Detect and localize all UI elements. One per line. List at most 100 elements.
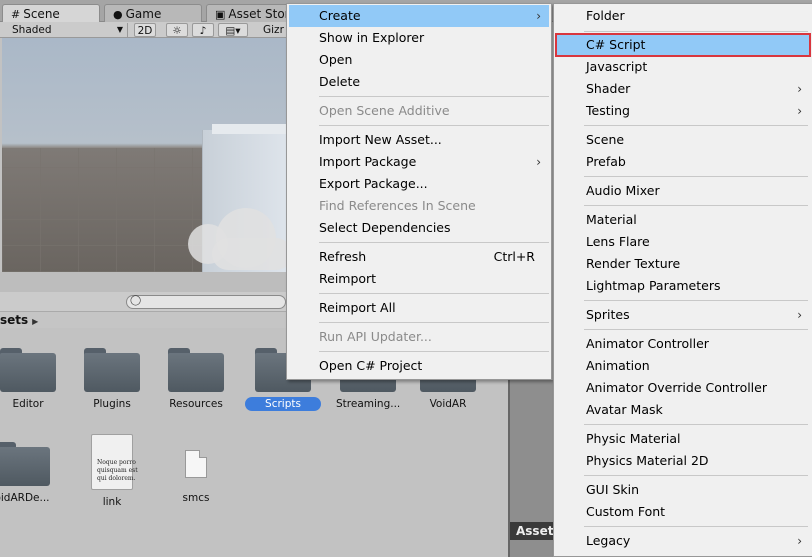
chevron-right-icon: › bbox=[797, 308, 802, 322]
menu-item-label: Create bbox=[319, 8, 361, 23]
project-toolbar: ◯ bbox=[0, 292, 290, 312]
chevron-right-icon: › bbox=[797, 534, 802, 548]
tab-game-label: Game bbox=[125, 7, 162, 21]
doc-preview-line: qui dolorem. bbox=[97, 475, 136, 482]
chevron-right-icon: › bbox=[797, 82, 802, 96]
sun-icon[interactable]: ☼ bbox=[166, 23, 188, 37]
panel-splitter[interactable] bbox=[0, 272, 290, 292]
menu-separator bbox=[584, 329, 808, 330]
mode-2d-button[interactable]: 2D bbox=[134, 23, 156, 37]
submenu-item-avatar-mask[interactable]: Avatar Mask bbox=[556, 399, 810, 421]
menu-separator bbox=[584, 31, 808, 32]
menu-item-refresh[interactable]: Refresh Ctrl+R bbox=[289, 246, 549, 268]
menu-item-find-references: Find References In Scene bbox=[289, 195, 549, 217]
menu-item-label: Javascript bbox=[586, 59, 648, 74]
menu-separator bbox=[319, 96, 549, 97]
menu-item-run-api-updater: Run API Updater... bbox=[289, 326, 549, 348]
tab-scene-label: Scene bbox=[23, 7, 60, 21]
submenu-item-material[interactable]: Material bbox=[556, 209, 810, 231]
menu-item-reimport[interactable]: Reimport bbox=[289, 268, 549, 290]
search-icon: ◯ bbox=[130, 295, 142, 306]
submenu-item-render-texture[interactable]: Render Texture bbox=[556, 253, 810, 275]
menu-item-label: Prefab bbox=[586, 154, 626, 169]
project-search-field[interactable]: ◯ bbox=[126, 295, 286, 309]
image-effects-icon[interactable]: ▤▾ bbox=[218, 23, 248, 37]
chevron-right-icon: › bbox=[536, 155, 541, 169]
asset-folder-editor[interactable]: Editor bbox=[0, 348, 66, 411]
submenu-item-custom-font[interactable]: Custom Font bbox=[556, 501, 810, 523]
submenu-item-folder[interactable]: Folder bbox=[556, 5, 810, 27]
speaker-icon[interactable]: ♪ bbox=[192, 23, 214, 37]
menu-separator bbox=[584, 424, 808, 425]
asset-folder-resources[interactable]: Resources bbox=[158, 348, 234, 411]
submenu-item-lightmap-parameters[interactable]: Lightmap Parameters bbox=[556, 275, 810, 297]
menu-item-show-in-explorer[interactable]: Show in Explorer bbox=[289, 27, 549, 49]
menu-item-label: Lightmap Parameters bbox=[586, 278, 721, 293]
tab-game[interactable]: ● Game bbox=[104, 4, 202, 22]
menu-item-create[interactable]: Create › bbox=[289, 5, 549, 27]
submenu-item-javascript[interactable]: Javascript bbox=[556, 56, 810, 78]
menu-item-label: Animation bbox=[586, 358, 650, 373]
asset-label: smcs bbox=[182, 492, 210, 504]
menu-item-label: Import New Asset... bbox=[319, 132, 442, 147]
submenu-item-sprites[interactable]: Sprites › bbox=[556, 304, 810, 326]
menu-item-open-csharp-project[interactable]: Open C# Project bbox=[289, 355, 549, 377]
menu-item-label: Animator Controller bbox=[586, 336, 709, 351]
breadcrumb: sets ▶ bbox=[0, 312, 290, 328]
menu-item-label: Testing bbox=[586, 103, 630, 118]
asset-folder-voidarde[interactable]: oidARDe... bbox=[0, 442, 60, 505]
submenu-item-physic-material[interactable]: Physic Material bbox=[556, 428, 810, 450]
shortcut-label: Ctrl+R bbox=[493, 249, 535, 264]
menu-separator bbox=[584, 526, 808, 527]
shading-mode-value: Shaded bbox=[12, 24, 52, 36]
menu-item-import-package[interactable]: Import Package › bbox=[289, 151, 549, 173]
submenu-item-prefab[interactable]: Prefab bbox=[556, 151, 810, 173]
bag-icon: ▣ bbox=[215, 8, 226, 21]
menu-item-label: Open bbox=[319, 52, 353, 67]
tab-asset-store[interactable]: ▣ Asset Store bbox=[206, 4, 290, 22]
scene-cube-top bbox=[212, 124, 292, 134]
menu-item-label: Shader bbox=[586, 81, 631, 96]
submenu-item-shader[interactable]: Shader › bbox=[556, 78, 810, 100]
pacman-icon: ● bbox=[113, 8, 123, 21]
submenu-item-scene[interactable]: Scene bbox=[556, 129, 810, 151]
breadcrumb-arrow-icon: ▶ bbox=[32, 317, 39, 326]
submenu-item-animation[interactable]: Animation bbox=[556, 355, 810, 377]
menu-item-open[interactable]: Open bbox=[289, 49, 549, 71]
menu-item-label: C# Script bbox=[586, 37, 646, 52]
menu-item-select-dependencies[interactable]: Select Dependencies bbox=[289, 217, 549, 239]
asset-folder-plugins[interactable]: Plugins bbox=[74, 348, 150, 411]
submenu-item-gui-skin[interactable]: GUI Skin bbox=[556, 479, 810, 501]
menu-item-label: Physic Material bbox=[586, 431, 681, 446]
inspector-tab[interactable]: Asset bbox=[510, 522, 558, 540]
tab-asset-store-label: Asset Store bbox=[228, 7, 290, 21]
submenu-item-audio-mixer[interactable]: Audio Mixer bbox=[556, 180, 810, 202]
menu-item-import-new-asset[interactable]: Import New Asset... bbox=[289, 129, 549, 151]
submenu-item-testing[interactable]: Testing › bbox=[556, 100, 810, 122]
breadcrumb-assets[interactable]: sets bbox=[0, 313, 28, 327]
asset-label-selected: Scripts bbox=[245, 397, 321, 411]
menu-item-label: Custom Font bbox=[586, 504, 666, 519]
submenu-item-legacy[interactable]: Legacy › bbox=[556, 530, 810, 552]
asset-link-document[interactable]: Noque porro quisquam est qui dolorem. li… bbox=[74, 434, 150, 509]
menu-item-export-package[interactable]: Export Package... bbox=[289, 173, 549, 195]
menu-item-label: Open C# Project bbox=[319, 358, 423, 373]
submenu-item-physics-material-2d[interactable]: Physics Material 2D bbox=[556, 450, 810, 472]
tab-scene[interactable]: # Scene bbox=[2, 4, 100, 22]
asset-label: Streaming... bbox=[336, 398, 401, 410]
menu-item-reimport-all[interactable]: Reimport All bbox=[289, 297, 549, 319]
submenu-item-animator-controller[interactable]: Animator Controller bbox=[556, 333, 810, 355]
menu-item-label: Select Dependencies bbox=[319, 220, 451, 235]
submenu-item-csharp-script[interactable]: C# Script bbox=[555, 33, 811, 57]
menu-separator bbox=[584, 176, 808, 177]
submenu-item-animator-override-controller[interactable]: Animator Override Controller bbox=[556, 377, 810, 399]
menu-separator bbox=[319, 293, 549, 294]
doc-preview-line: Noque porro bbox=[97, 459, 136, 466]
scene-viewport[interactable] bbox=[2, 38, 292, 272]
menu-item-label: Scene bbox=[586, 132, 625, 147]
menu-item-delete[interactable]: Delete bbox=[289, 71, 549, 93]
shading-mode-dropdown[interactable]: Shaded ▼ bbox=[4, 23, 128, 37]
asset-smcs-file[interactable]: smcs bbox=[158, 438, 234, 505]
submenu-item-lens-flare[interactable]: Lens Flare bbox=[556, 231, 810, 253]
menu-item-label: GUI Skin bbox=[586, 482, 640, 497]
